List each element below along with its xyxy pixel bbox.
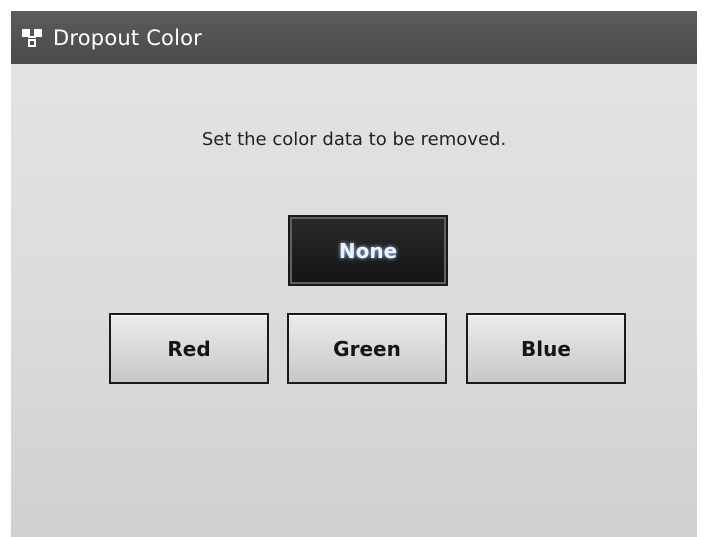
none-button[interactable]: None [288,215,448,286]
network-icon [22,27,46,49]
page-title: Dropout Color [53,25,203,50]
dropout-color-screen: Dropout Color Set the color data to be r… [11,11,697,537]
title-bar: Dropout Color [11,11,697,64]
instruction-text: Set the color data to be removed. [201,129,507,150]
blue-button[interactable]: Blue [466,313,626,384]
green-button[interactable]: Green [287,313,447,384]
red-button[interactable]: Red [109,313,269,384]
